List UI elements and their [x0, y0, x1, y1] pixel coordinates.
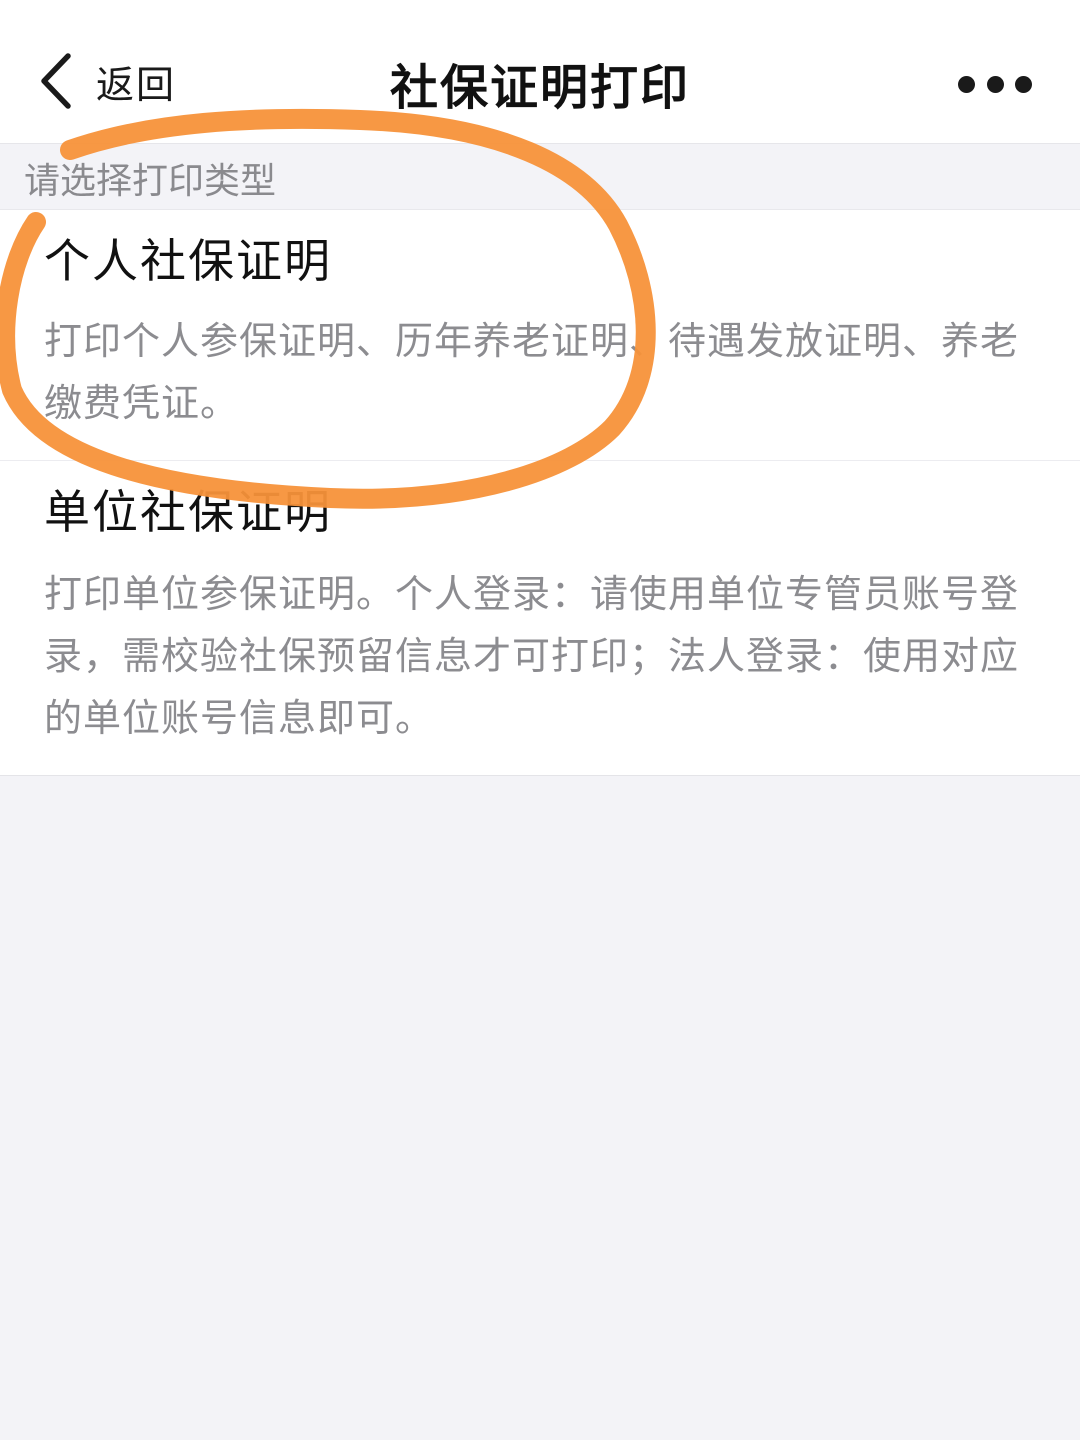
item-description: 打印个人参保证明、历年养老证明、待遇发放证明、养老缴费凭证。 [44, 319, 1020, 425]
more-button[interactable] [958, 66, 1032, 102]
chevron-left-icon [41, 53, 71, 109]
more-horizontal-icon [958, 75, 975, 93]
print-type-list: 个人社保证明 打印个人参保证明、历年养老证明、待遇发放证明、养老缴费凭证。 单位… [0, 210, 1080, 776]
back-button[interactable]: 返回 [36, 46, 176, 116]
more-horizontal-icon [986, 75, 1004, 93]
section-label: 请选择打印类型 [24, 161, 277, 202]
more-horizontal-icon [1015, 75, 1032, 93]
list-item-company-certificate[interactable]: 单位社保证明 打印单位参保证明。个人登录：请使用单位专管员账号登录，需校验社保预… [0, 460, 1080, 775]
back-label: 返回 [96, 62, 177, 107]
navigation-bar: 返回 社保证明打印 [0, 0, 1080, 144]
page-title: 社保证明打印 [389, 60, 690, 116]
item-title: 个人社保证明 [44, 234, 332, 288]
item-description: 打印单位参保证明。个人登录：请使用单位专管员账号登录，需校验社保预留信息才可打印… [44, 572, 1020, 740]
list-item-personal-certificate[interactable]: 个人社保证明 打印个人参保证明、历年养老证明、待遇发放证明、养老缴费凭证。 [0, 210, 1080, 460]
item-title: 单位社保证明 [44, 485, 332, 539]
section-header: 请选择打印类型 [0, 144, 1080, 210]
app-screen: 返回 社保证明打印 请选择打印类型 个人社保证明 打印个人参保证明、历年养老证明… [0, 0, 1080, 1440]
